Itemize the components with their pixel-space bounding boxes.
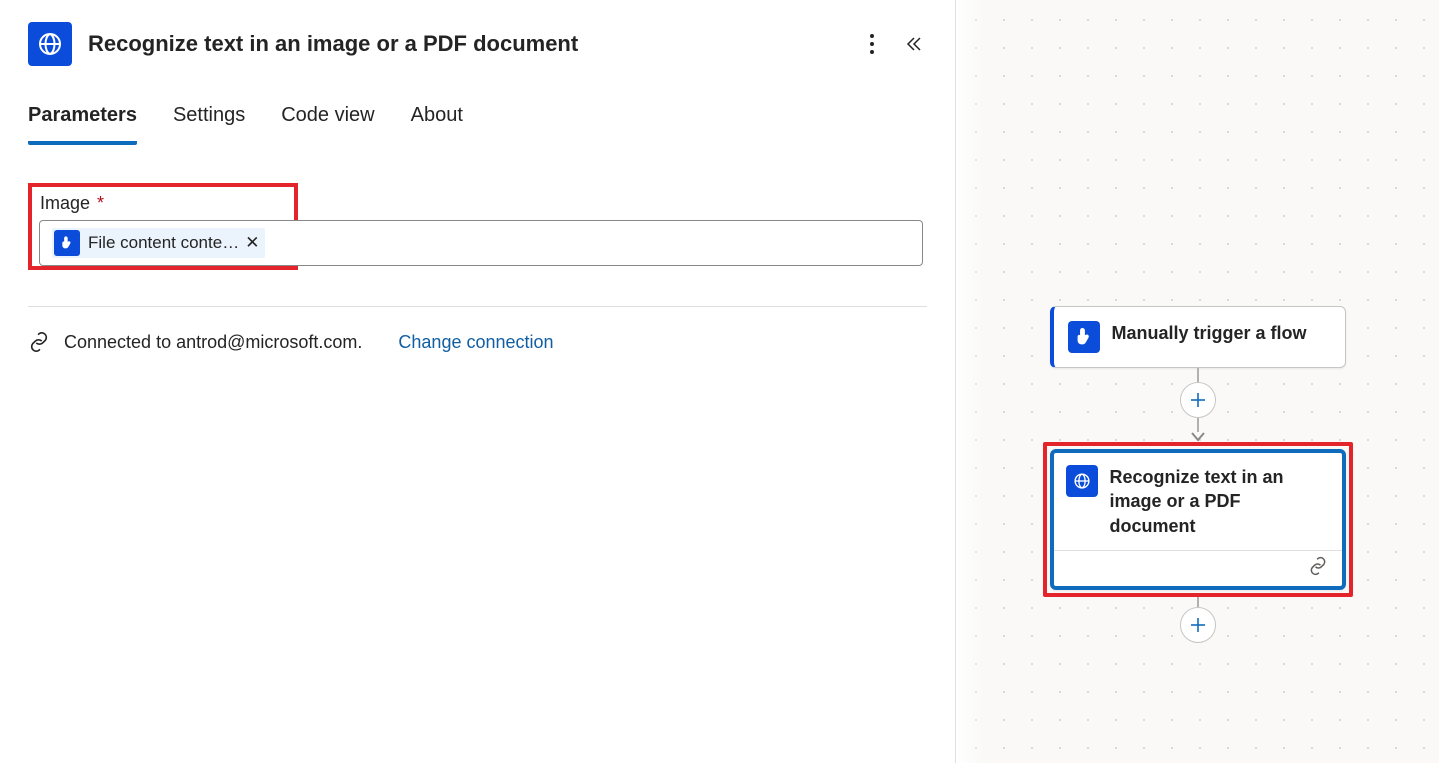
details-panel: Recognize text in an image or a PDF docu…	[0, 0, 956, 763]
connector	[1197, 368, 1199, 382]
add-step-button[interactable]	[1180, 607, 1216, 643]
arrowhead-icon	[1191, 432, 1205, 442]
link-icon	[28, 331, 50, 353]
flow-node-trigger[interactable]: Manually trigger a flow	[1050, 306, 1346, 368]
annotation-highlight-selected-node: Recognize text in an image or a PDF docu…	[1043, 442, 1353, 597]
change-connection-link[interactable]: Change connection	[398, 332, 553, 353]
tab-bar: Parameters Settings Code view About	[0, 66, 955, 145]
ai-builder-icon	[1066, 465, 1098, 497]
tab-about[interactable]: About	[411, 104, 463, 145]
tab-parameters[interactable]: Parameters	[28, 104, 137, 145]
link-icon	[1308, 556, 1328, 581]
add-step-button[interactable]	[1180, 382, 1216, 418]
ai-builder-icon	[28, 22, 72, 66]
panel-title: Recognize text in an image or a PDF docu…	[88, 31, 853, 57]
tab-code-view[interactable]: Code view	[281, 104, 374, 145]
token-label: File content conte…	[88, 233, 239, 253]
collapse-panel-button[interactable]	[903, 34, 923, 54]
more-options-button[interactable]	[869, 32, 875, 56]
connected-to-text: Connected to antrod@microsoft.com.	[64, 332, 362, 353]
connector	[1197, 597, 1199, 607]
connection-row: Connected to antrod@microsoft.com. Chang…	[0, 307, 955, 353]
image-field-label-text: Image	[40, 193, 90, 213]
image-field-label: Image *	[40, 193, 286, 214]
dynamic-content-token[interactable]: File content conte… ✕	[52, 228, 265, 258]
tab-settings[interactable]: Settings	[173, 104, 245, 145]
flow-node-footer	[1054, 550, 1342, 586]
flow-node-recognize-text[interactable]: Recognize text in an image or a PDF docu…	[1050, 449, 1346, 590]
connector	[1197, 418, 1199, 432]
flow-node-title: Recognize text in an image or a PDF docu…	[1110, 465, 1328, 538]
touch-icon	[1068, 321, 1100, 353]
flow-canvas[interactable]: Manually trigger a flow	[956, 0, 1439, 763]
token-remove-button[interactable]: ✕	[245, 233, 259, 253]
annotation-highlight-image-field: Image * File content conte… ✕	[28, 183, 298, 270]
required-asterisk: *	[97, 193, 104, 213]
flow-node-title: Manually trigger a flow	[1112, 321, 1307, 345]
touch-icon	[54, 230, 80, 256]
